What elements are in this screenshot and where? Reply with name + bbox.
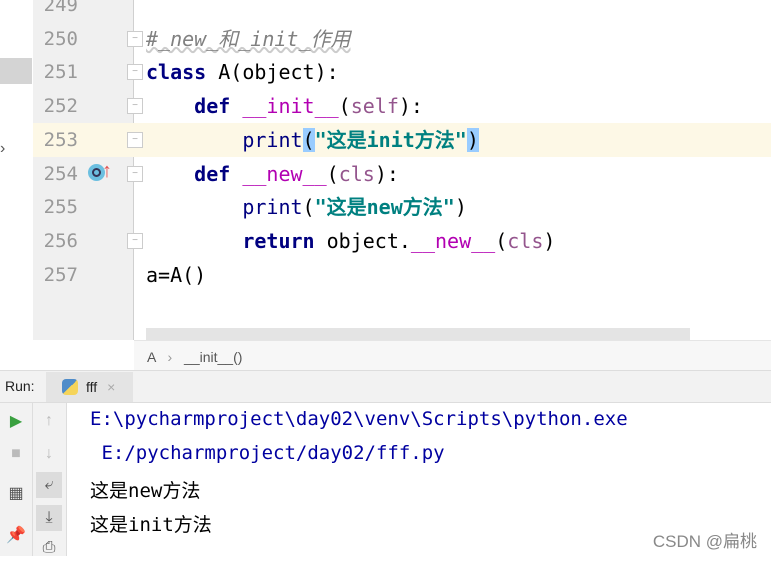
code-line[interactable]: print("这是new方法") bbox=[146, 190, 467, 224]
code-token: ( bbox=[302, 195, 315, 220]
code-token: print bbox=[242, 127, 303, 152]
line-number: 249 bbox=[43, 0, 78, 16]
console-line: 这是init方法 bbox=[90, 514, 212, 536]
fold-marker-icon[interactable]: − bbox=[127, 64, 143, 81]
watermark: CSDN @扁桃 bbox=[652, 532, 757, 551]
arrow-up-icon[interactable]: ↑ bbox=[102, 160, 112, 183]
fold-marker-icon[interactable]: − bbox=[127, 165, 143, 182]
code-token: print bbox=[242, 195, 303, 220]
code-token: __new__ bbox=[410, 228, 496, 253]
code-token: ): bbox=[398, 94, 423, 119]
chevron-right-icon[interactable]: › bbox=[0, 140, 5, 158]
code-line[interactable]: class A(object): bbox=[146, 55, 339, 89]
code-token: "这是init方法" bbox=[314, 127, 467, 152]
arrow-down-icon[interactable]: ↓ bbox=[36, 441, 62, 467]
left-tool-strip bbox=[0, 0, 33, 370]
line-number: 255 bbox=[43, 196, 78, 219]
code-token: cls bbox=[507, 228, 544, 253]
code-line[interactable]: a=A() bbox=[146, 258, 206, 292]
run-tab-label: fff bbox=[86, 379, 98, 395]
code-token: def bbox=[194, 94, 231, 119]
soft-wrap-icon[interactable]: ⤶ bbox=[36, 472, 62, 498]
code-token: a=A() bbox=[146, 262, 207, 287]
console-line: 这是new方法 bbox=[90, 480, 201, 502]
code-token: ( bbox=[326, 161, 339, 186]
python-icon bbox=[62, 379, 78, 395]
breadcrumb-separator: › bbox=[167, 349, 173, 365]
code-line[interactable]: return object.__new__(cls) bbox=[146, 224, 555, 258]
code-token: A(object): bbox=[206, 60, 339, 85]
console-line: E:/pycharmproject/day02/fff.py bbox=[90, 442, 445, 464]
fold-marker-icon[interactable]: − bbox=[127, 232, 143, 249]
pin-icon[interactable]: 📌 bbox=[3, 523, 29, 549]
code-token: ( bbox=[338, 94, 351, 119]
layout-icon[interactable]: ▦ bbox=[3, 481, 29, 507]
code-token: def bbox=[194, 161, 231, 186]
print-icon[interactable]: ⎙ bbox=[36, 535, 62, 561]
fold-marker-icon[interactable]: − bbox=[127, 30, 143, 47]
fold-marker-icon[interactable]: − bbox=[127, 131, 143, 148]
run-label: Run: bbox=[5, 378, 35, 394]
code-token: ( bbox=[302, 127, 315, 152]
code-token: "这是new方法" bbox=[314, 195, 455, 220]
code-line[interactable]: def __init__(self): bbox=[146, 89, 423, 123]
horizontal-scrollbar[interactable] bbox=[146, 328, 690, 340]
console-actions-toolbar: ↑ ↓ ⤶ ⤓ ⎙ bbox=[33, 403, 67, 556]
code-token: ( bbox=[495, 228, 508, 253]
close-icon[interactable]: × bbox=[107, 379, 115, 395]
code-token: __init__ bbox=[242, 94, 339, 119]
code-token: ) bbox=[454, 195, 467, 220]
code-token: class bbox=[146, 60, 207, 85]
breadcrumb-class[interactable]: A bbox=[147, 349, 156, 365]
code-token: self bbox=[350, 94, 399, 119]
left-tool-selected[interactable] bbox=[0, 58, 32, 84]
code-token: ): bbox=[374, 161, 399, 186]
code-token: __new__ bbox=[242, 161, 327, 186]
code-token: return bbox=[242, 228, 315, 253]
line-number: 253 bbox=[43, 128, 78, 151]
line-number: 256 bbox=[43, 229, 78, 252]
breadcrumb: A › __init__() bbox=[134, 340, 771, 370]
code-token: object. bbox=[314, 228, 411, 253]
fold-marker-icon[interactable]: − bbox=[127, 98, 143, 115]
line-number: 257 bbox=[43, 263, 78, 286]
line-number: 251 bbox=[43, 61, 78, 84]
line-number: 254 bbox=[43, 162, 78, 185]
code-line[interactable]: print("这是init方法") bbox=[146, 123, 479, 157]
code-token: ) bbox=[466, 127, 479, 152]
scroll-to-end-icon[interactable]: ⤓ bbox=[36, 505, 62, 531]
code-token: #_new_和_init_作用 bbox=[146, 26, 351, 51]
breadcrumb-method[interactable]: __init__() bbox=[184, 349, 242, 365]
stop-icon[interactable]: ■ bbox=[3, 441, 29, 467]
code-line[interactable]: def __new__(cls): bbox=[146, 157, 399, 191]
code-token: ) bbox=[543, 228, 556, 253]
line-number: 250 bbox=[43, 27, 78, 50]
console-line: E:\pycharmproject\day02\venv\Scripts\pyt… bbox=[90, 408, 628, 430]
run-tab-fff[interactable]: fff × bbox=[46, 372, 133, 402]
code-token: cls bbox=[338, 161, 375, 186]
rerun-icon[interactable]: ▶ bbox=[3, 409, 29, 435]
run-actions-toolbar: ▶ ■ ▦ 📌 bbox=[0, 403, 33, 556]
arrow-up-icon[interactable]: ↑ bbox=[36, 408, 62, 434]
line-number: 252 bbox=[43, 95, 78, 118]
code-line[interactable]: #_new_和_init_作用 bbox=[146, 22, 351, 56]
